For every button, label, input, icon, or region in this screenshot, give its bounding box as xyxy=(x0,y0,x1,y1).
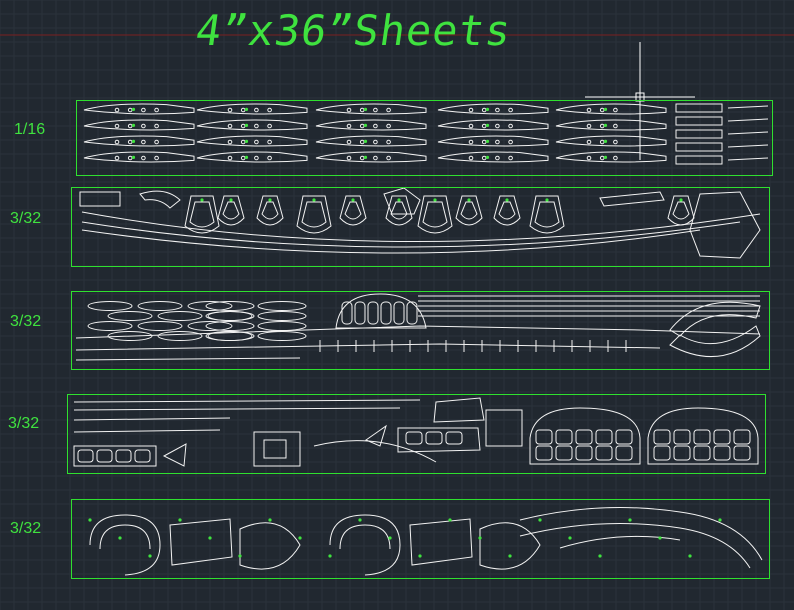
sheet-3-thickness-label: 3/32 xyxy=(10,313,42,330)
sheet-5-thickness-label: 3/32 xyxy=(10,520,42,537)
sheet-2-outline[interactable] xyxy=(71,187,770,267)
sheet-2-thickness-label: 3/32 xyxy=(10,210,42,227)
sheet-3-outline[interactable] xyxy=(71,291,770,370)
sheet-4-thickness-label: 3/32 xyxy=(8,415,40,432)
sheet-4-outline[interactable] xyxy=(67,394,766,474)
sheet-1-outline[interactable] xyxy=(76,100,773,176)
sheet-5-outline[interactable] xyxy=(71,499,770,579)
sheet-1-thickness-label: 1/16 xyxy=(14,121,46,138)
drawing-title: 4”x36”Sheets xyxy=(192,6,515,55)
